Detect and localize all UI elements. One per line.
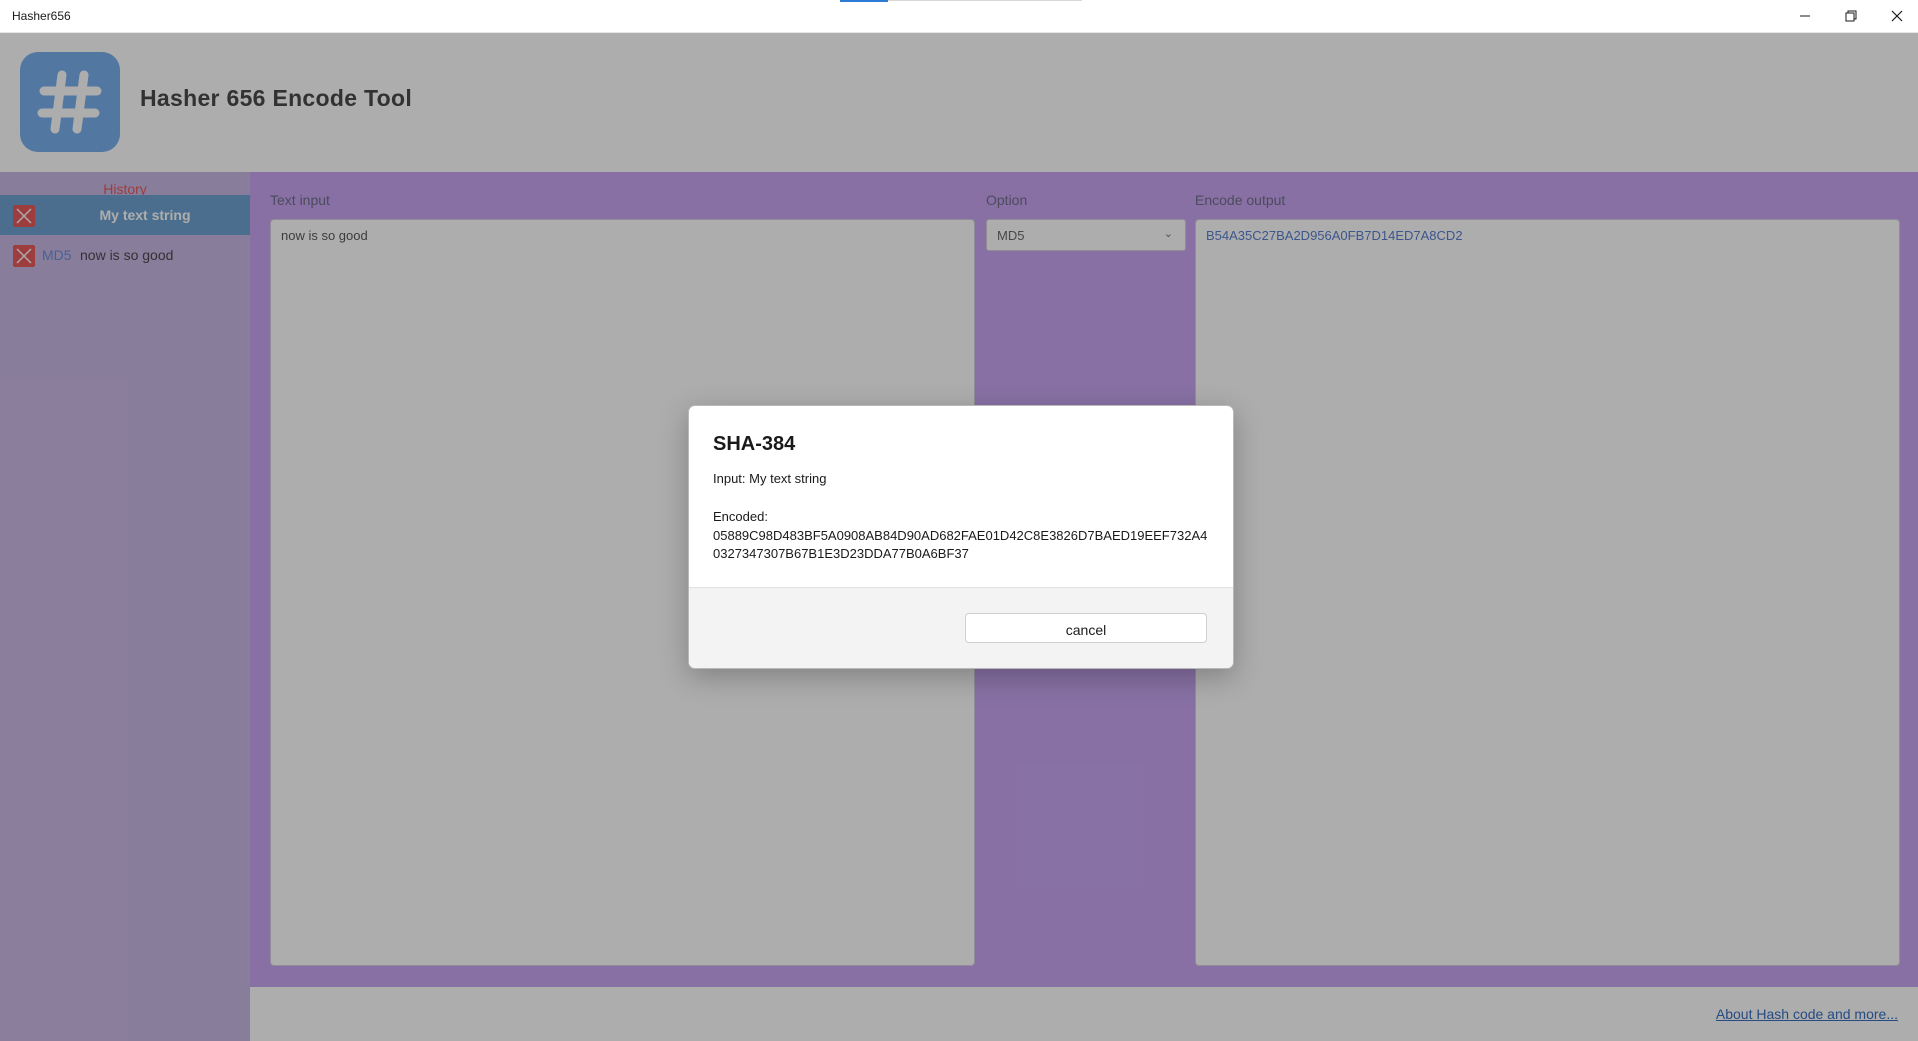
restore-icon <box>1845 10 1857 22</box>
minimize-button[interactable] <box>1782 0 1828 32</box>
dialog-encoded-label: Encoded: <box>713 509 768 524</box>
close-button[interactable] <box>1874 0 1918 32</box>
restore-button[interactable] <box>1828 0 1874 32</box>
dialog-input-line: Input: My text string <box>713 471 827 486</box>
close-icon <box>1891 10 1903 22</box>
minimize-icon <box>1800 15 1810 17</box>
drag-indicator-track <box>888 0 1082 1</box>
dialog-footer: cancel <box>689 587 1233 668</box>
title-bar: Hasher656 <box>0 0 1918 33</box>
cancel-button[interactable]: cancel <box>965 613 1207 643</box>
window-title: Hasher656 <box>12 9 71 23</box>
hash-result-dialog: SHA-384 Input: My text string Encoded: 0… <box>688 405 1234 669</box>
dialog-title: SHA-384 <box>713 433 796 455</box>
dialog-encoded-value: 05889C98D483BF5A0908AB84D90AD682FAE01D42… <box>713 528 1208 561</box>
drag-indicator <box>840 0 888 2</box>
